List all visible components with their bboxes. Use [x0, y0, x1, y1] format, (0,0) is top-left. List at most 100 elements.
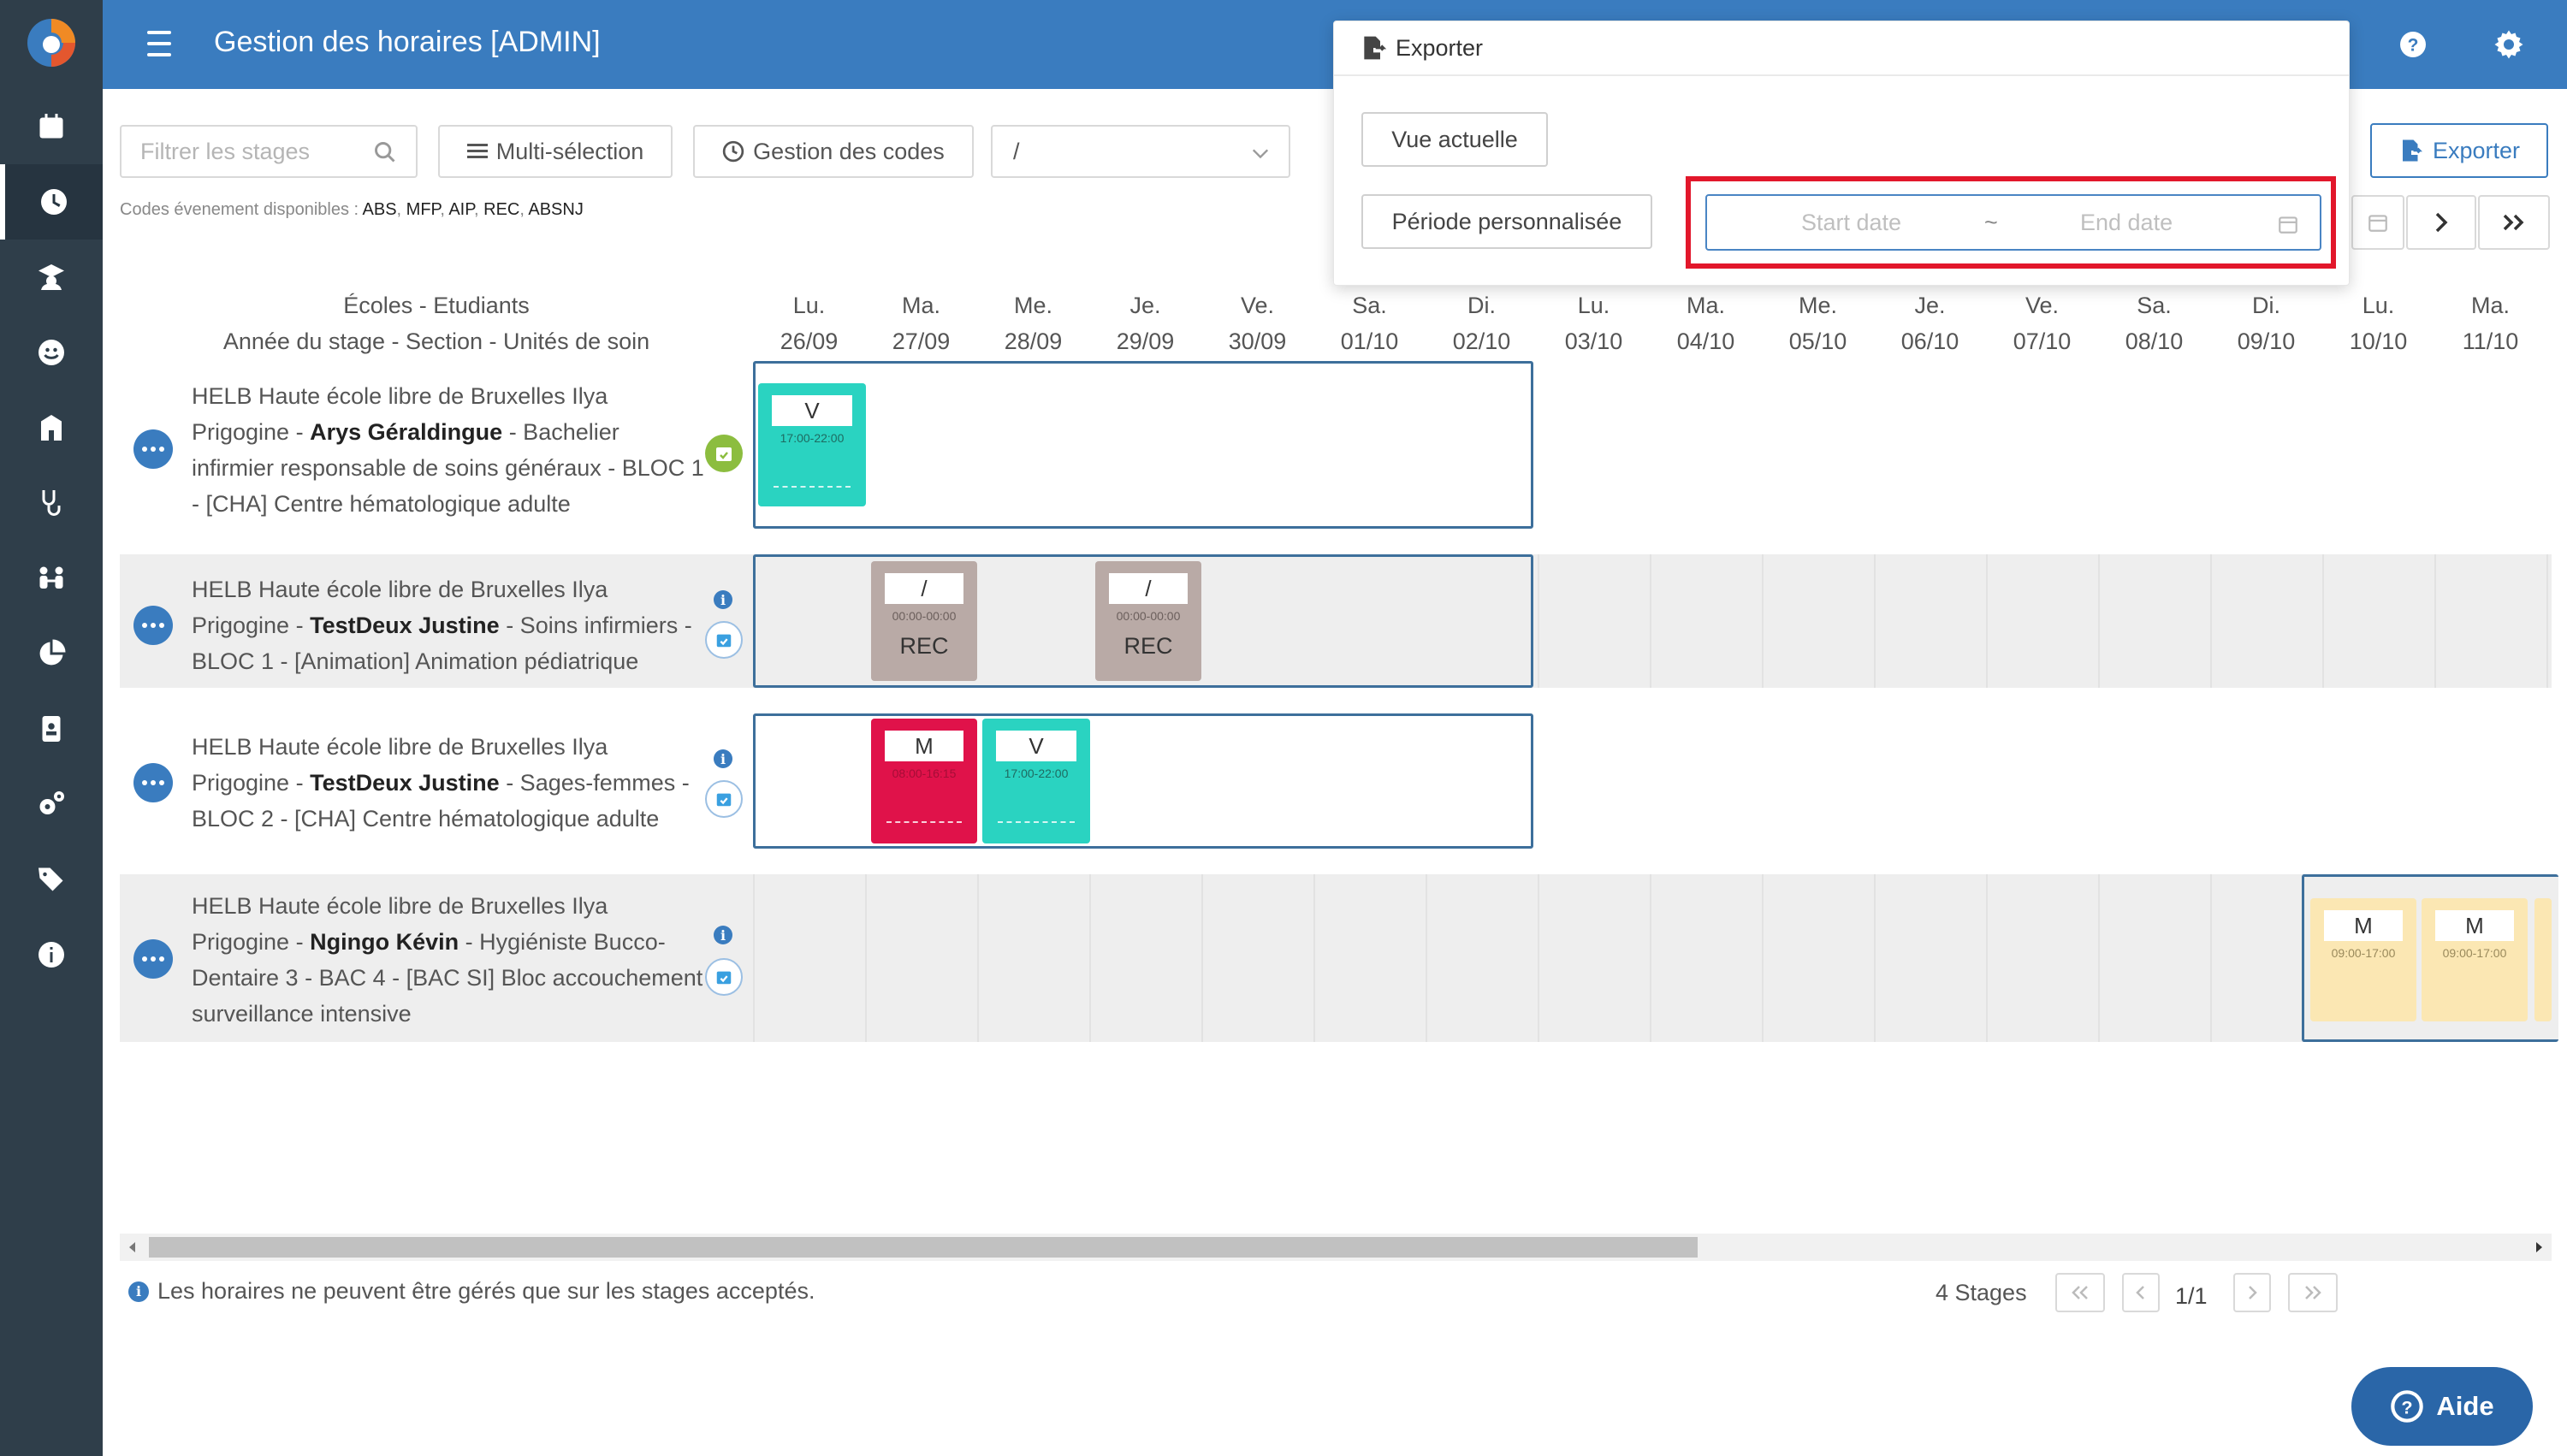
grid-line — [1762, 874, 1764, 1042]
day-name: Ve. — [1240, 293, 1275, 318]
scrollbar-thumb[interactable] — [149, 1237, 1698, 1258]
app-logo-icon[interactable] — [24, 15, 79, 70]
day-name: Di. — [1467, 293, 1496, 318]
previous-page-button[interactable] — [2122, 1273, 2160, 1312]
schedule-cell-partial[interactable] — [2534, 898, 2552, 1021]
row-actions-button[interactable] — [133, 939, 173, 979]
grid-line — [1313, 874, 1315, 1042]
scroll-right-icon[interactable] — [2533, 1240, 2545, 1254]
schedule-calendar-button[interactable] — [705, 621, 743, 659]
calendar-check-icon — [716, 447, 732, 461]
calendar-check-icon — [716, 634, 732, 648]
question-circle-icon: ? — [2391, 1390, 2424, 1423]
codes-management-label: Gestion des codes — [753, 138, 945, 164]
schedule-cell[interactable]: V 17:00-22:00 — [758, 383, 866, 506]
day-date: 30/09 — [1228, 328, 1287, 354]
code-select[interactable]: / — [991, 125, 1290, 178]
grid-line — [1650, 554, 1651, 688]
double-chevron-right-icon — [2503, 214, 2524, 231]
schedule-cell[interactable]: V 17:00-22:00 — [982, 719, 1090, 843]
multi-select-button[interactable]: Multi-sélection — [438, 125, 673, 178]
day-name: Je. — [1914, 293, 1946, 318]
help-button[interactable]: ? Aide — [2351, 1367, 2533, 1446]
grid-line — [1201, 874, 1203, 1042]
schedule-cell[interactable]: M 09:00-17:00 — [2422, 898, 2528, 1021]
day-date: 03/10 — [1564, 328, 1623, 354]
schedule-status-button[interactable] — [705, 435, 743, 472]
next-week-button[interactable] — [2406, 195, 2476, 250]
info-icon[interactable]: i — [714, 590, 732, 609]
day-column-header: Ma. 27/09 — [865, 287, 977, 359]
last-week-button[interactable] — [2478, 195, 2550, 250]
popover-title: Exporter — [1396, 34, 1484, 61]
graduate-icon — [39, 264, 64, 290]
stage-period-box[interactable] — [753, 713, 1533, 849]
sidebar-item-directory[interactable] — [0, 691, 103, 766]
pie-chart-icon — [39, 639, 66, 666]
multi-select-label: Multi-sélection — [495, 138, 644, 164]
scroll-left-icon[interactable] — [127, 1240, 139, 1254]
info-icon[interactable]: i — [714, 749, 732, 768]
grid-line — [2210, 554, 2212, 688]
sidebar-item-statistics[interactable] — [0, 616, 103, 691]
export-label: Exporter — [2432, 137, 2521, 163]
custom-period-button[interactable]: Période personnalisée — [1361, 194, 1652, 249]
export-button[interactable]: Exporter — [2370, 123, 2548, 178]
day-date: 26/09 — [780, 328, 839, 354]
grid-line — [1426, 874, 1427, 1042]
schedule-calendar-button[interactable] — [705, 958, 743, 996]
first-page-button[interactable] — [2055, 1273, 2105, 1312]
horizontal-scrollbar[interactable] — [120, 1234, 2552, 1261]
day-name: Sa. — [1352, 293, 1387, 318]
grid-line — [1650, 874, 1651, 1042]
search-icon — [375, 142, 395, 163]
sidebar-item-calendar[interactable] — [0, 89, 103, 164]
sidebar-item-info[interactable] — [0, 917, 103, 992]
sidebar-item-tags[interactable] — [0, 842, 103, 917]
day-name: Ma. — [1686, 293, 1725, 318]
schedule-cell[interactable]: M 08:00-16:15 — [871, 719, 977, 843]
stage-period-box[interactable] — [753, 361, 1533, 529]
row-actions-button[interactable] — [133, 763, 173, 802]
sidebar-item-schools[interactable] — [0, 390, 103, 465]
sidebar-item-care-units[interactable] — [0, 465, 103, 541]
gear-icon[interactable] — [2493, 29, 2524, 60]
day-date: 05/10 — [1788, 328, 1847, 354]
grid-line — [1089, 874, 1091, 1042]
list-icon — [466, 144, 488, 158]
current-view-button[interactable]: Vue actuelle — [1361, 112, 1548, 167]
student-name: TestDeux Justine — [310, 770, 500, 796]
last-page-button[interactable] — [2288, 1273, 2338, 1312]
row-actions-button[interactable] — [133, 606, 173, 645]
schedule-cell[interactable]: / 00:00-00:00 REC — [871, 561, 977, 681]
column-header-students: Écoles - Etudiants Année du stage - Sect… — [171, 287, 702, 359]
sidebar-item-schedules[interactable] — [0, 164, 103, 240]
sidebar-item-tutors[interactable] — [0, 541, 103, 616]
schedule-cell[interactable]: M 09:00-17:00 — [2310, 898, 2416, 1021]
date-picker-button[interactable] — [2351, 195, 2404, 250]
cell-label: / — [885, 573, 963, 604]
help-icon[interactable]: ? — [2398, 29, 2428, 60]
menu-icon[interactable] — [147, 31, 171, 56]
day-column-header: Ma. 04/10 — [1650, 287, 1762, 359]
available-codes: Codes évenement disponibles : ABS, MFP, … — [120, 200, 584, 219]
student-label: HELB Haute école libre de Bruxelles Ilya… — [192, 571, 705, 679]
student-name: TestDeux Justine — [310, 613, 500, 638]
next-page-button[interactable] — [2233, 1273, 2271, 1312]
row-actions-button[interactable] — [133, 429, 173, 469]
page-title: Gestion des horaires [ADMIN] — [214, 26, 601, 58]
sidebar-item-evaluations[interactable] — [0, 315, 103, 390]
calendar-icon — [2368, 215, 2387, 232]
info-icon[interactable]: i — [714, 926, 732, 944]
schedule-calendar-button[interactable] — [705, 780, 743, 818]
student-label: HELB Haute école libre de Bruxelles Ilya… — [192, 729, 705, 837]
sidebar-item-students[interactable] — [0, 240, 103, 315]
calendar-check-icon — [716, 971, 732, 985]
sidebar-item-settings[interactable] — [0, 766, 103, 842]
codes-management-button[interactable]: Gestion des codes — [693, 125, 974, 178]
day-column-header: Lu. 10/10 — [2322, 287, 2434, 359]
schedule-cell[interactable]: / 00:00-00:00 REC — [1095, 561, 1201, 681]
filter-input[interactable]: Filtrer les stages — [120, 125, 418, 178]
file-export-icon — [1364, 36, 1387, 60]
day-name: Lu. — [1577, 293, 1610, 318]
